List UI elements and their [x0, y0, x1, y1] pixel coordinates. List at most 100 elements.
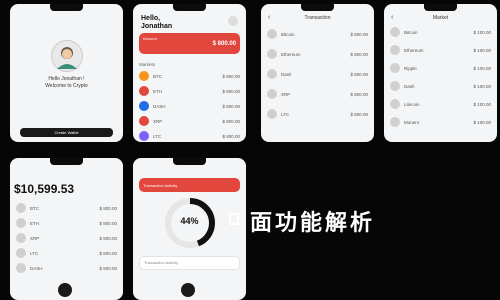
- list-item-value: $ 800.00: [99, 220, 117, 226]
- list-item-name: ETH: [153, 88, 162, 94]
- notch: [424, 4, 457, 11]
- notch: [50, 4, 83, 11]
- list-item[interactable]: ETH $ 800.00: [16, 217, 117, 229]
- coin-icon: [390, 27, 400, 37]
- list-item[interactable]: ETH $ 800.00: [139, 85, 240, 97]
- list-item[interactable]: XRP $ 800.00: [139, 115, 240, 127]
- list-item-name: Monero: [404, 119, 420, 125]
- screen-title: Market: [432, 15, 449, 21]
- list-item[interactable]: LTC $ 800.00: [16, 247, 117, 259]
- list-item-name: Dash: [281, 71, 292, 77]
- list-item-name: Litecoin: [404, 101, 420, 107]
- list-item-value: $ 800.00: [350, 31, 368, 37]
- home-icon[interactable]: [181, 283, 195, 297]
- list-item-value: $ 100.00: [473, 101, 491, 107]
- list-item[interactable]: Dash $ 100.00: [390, 80, 491, 92]
- home-icon[interactable]: [58, 283, 72, 297]
- list-item-name: LTC: [153, 133, 162, 139]
- screen-title: Transaction: [304, 15, 331, 21]
- list-item[interactable]: Bitcoin $ 800.00: [267, 28, 368, 40]
- coin-icon: [267, 29, 277, 39]
- list-item-value: $ 800.00: [350, 91, 368, 97]
- list-item[interactable]: Dash $ 800.00: [267, 68, 368, 80]
- create-wallet-button[interactable]: Create Wallet: [20, 128, 113, 137]
- balance-card[interactable]: Balance $ 800.00: [139, 33, 240, 54]
- list-item-name: Ripple: [404, 65, 417, 71]
- list-item-value: $ 800.00: [99, 250, 117, 256]
- notch: [301, 4, 334, 11]
- list-item-name: BTC: [153, 73, 162, 79]
- list-item-value: $ 800.00: [222, 118, 240, 124]
- coin-icon: [267, 69, 277, 79]
- list-item-name: XRP: [281, 91, 291, 97]
- dash-icon: [139, 101, 149, 111]
- greeting-line1: Hello Jonathan !: [48, 76, 85, 82]
- portfolio-balance: $10,599.53: [14, 182, 75, 196]
- coin-icon: [16, 248, 26, 258]
- coin-icon: [267, 89, 277, 99]
- list-item-value: $ 800.00: [222, 88, 240, 94]
- title-line1: Hello,: [141, 15, 161, 22]
- list-item[interactable]: DASH $ 800.00: [16, 262, 117, 274]
- list-item-name: Dash: [404, 83, 415, 89]
- list-item-value: $ 100.00: [473, 83, 491, 89]
- coin-icon: [390, 117, 400, 127]
- list-item[interactable]: XRP $ 800.00: [267, 88, 368, 100]
- card-title: Transaction Activity: [144, 260, 179, 265]
- list-item[interactable]: Ethereum $ 100.00: [390, 44, 491, 56]
- markets-heading: Markets: [139, 62, 156, 67]
- list-item-name: XRP: [30, 235, 40, 241]
- list-item[interactable]: BTC $ 800.00: [16, 202, 117, 214]
- list-item-value: $ 100.00: [473, 65, 491, 71]
- list-item-value: $ 800.00: [222, 73, 240, 79]
- card-label: Balance: [143, 36, 158, 41]
- list-item-name: Ethereum: [281, 51, 301, 57]
- list-item[interactable]: LTC $ 800.00: [267, 108, 368, 120]
- notch: [50, 158, 83, 165]
- list-item[interactable]: Ripple $ 100.00: [390, 62, 491, 74]
- list-item[interactable]: Monero $ 100.00: [390, 116, 491, 128]
- screen-portfolio: $10,599.53 BTC $ 800.00 ETH $ 800.00 XRP $ 80…: [10, 158, 123, 300]
- coin-icon: [16, 263, 26, 273]
- ripple-icon: [139, 116, 149, 126]
- list-item-name: Bitcoin: [404, 29, 418, 35]
- list-item-value: $ 800.00: [350, 71, 368, 77]
- list-item[interactable]: BTC $ 800.00: [139, 70, 240, 82]
- coin-icon: [390, 81, 400, 91]
- coin-icon: [390, 63, 400, 73]
- title-line2: Jonathan: [141, 23, 173, 30]
- coin-icon: [16, 203, 26, 213]
- activity-card-2[interactable]: Transaction Activity: [139, 256, 240, 270]
- list-item[interactable]: LTC $ 800.00: [139, 130, 240, 142]
- list-item-value: $ 800.00: [222, 103, 240, 109]
- list-item[interactable]: Ethereum $ 800.00: [267, 48, 368, 60]
- coin-icon: [390, 99, 400, 109]
- coin-icon: [267, 49, 277, 59]
- greeting-line2: Welcome to Crypto: [45, 83, 88, 89]
- list-item-name: ETH: [30, 220, 39, 226]
- card-value: $ 800.00: [212, 41, 236, 47]
- list-item-value: $ 800.00: [222, 133, 240, 139]
- bitcoin-icon: [139, 71, 149, 81]
- list-item[interactable]: DASH $ 800.00: [139, 100, 240, 112]
- avatar-small[interactable]: [228, 16, 238, 26]
- list-item-name: Bitcoin: [281, 31, 295, 37]
- list-item-name: BTC: [30, 205, 39, 211]
- caption-fragment: [228, 212, 240, 226]
- list-item-value: $ 800.00: [99, 265, 117, 271]
- list-item-value: $ 100.00: [473, 119, 491, 125]
- list-item-name: LTC: [30, 250, 39, 256]
- list-item[interactable]: XRP $ 800.00: [16, 232, 117, 244]
- list-item[interactable]: Litecoin $ 100.00: [390, 98, 491, 110]
- list-item-value: $ 800.00: [99, 205, 117, 211]
- coin-icon: [390, 45, 400, 55]
- list-item-value: $ 800.00: [350, 111, 368, 117]
- list-item-value: $ 100.00: [473, 47, 491, 53]
- screen-home: Hello, Jonathan Balance $ 800.00 Markets…: [133, 4, 246, 142]
- list-item-value: $ 800.00: [350, 51, 368, 57]
- list-item[interactable]: Bitcoin $ 100.00: [390, 26, 491, 38]
- screen-transaction: ‹ Transaction Bitcoin $ 800.00 Ethereum $ 8…: [261, 4, 374, 142]
- activity-card-1[interactable]: Transaction Activity: [139, 178, 240, 192]
- notch: [173, 4, 206, 11]
- list-item-name: XRP: [153, 118, 163, 124]
